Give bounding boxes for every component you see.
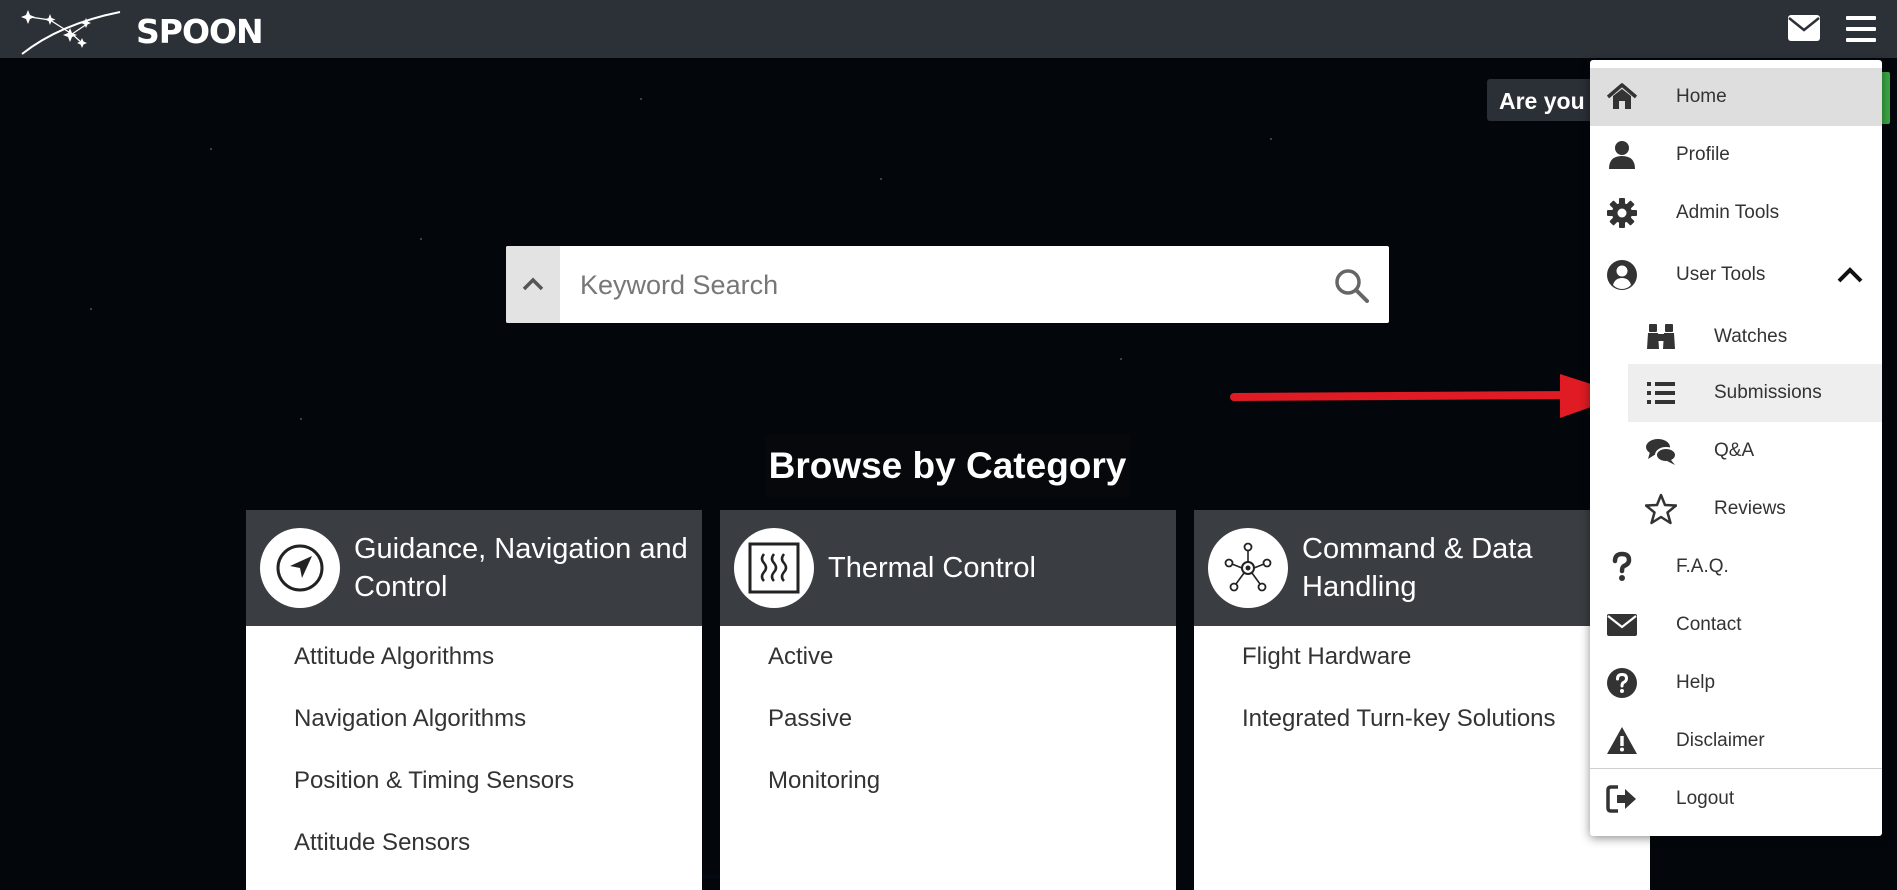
- banner-text: Are you: [1499, 88, 1585, 114]
- top-navbar: SPOON: [0, 0, 1897, 58]
- category-card-thermal: Thermal Control Active Passive Monitorin…: [720, 510, 1176, 890]
- user-dropdown-menu: Home Profile Admin Tools User Tools Watc…: [1590, 60, 1882, 836]
- star: [90, 308, 92, 310]
- category-title: Guidance, Navigation and Control: [354, 533, 688, 603]
- comments-icon: [1646, 439, 1677, 465]
- subcategory-link[interactable]: Flight Hardware: [1194, 626, 1650, 688]
- menu-item-contact[interactable]: Contact: [1590, 596, 1882, 654]
- warning-icon: [1607, 727, 1637, 754]
- logo-text: SPOON: [136, 12, 264, 51]
- menu-item-label: Help: [1676, 672, 1716, 693]
- annotation-arrow: [1230, 374, 1625, 418]
- subcategory-list: Flight Hardware Integrated Turn-key Solu…: [1194, 626, 1650, 750]
- home-icon: [1606, 83, 1638, 109]
- subcategory-link[interactable]: Integrated Turn-key Solutions: [1194, 688, 1650, 750]
- binoculars-icon: [1647, 324, 1675, 349]
- chevron-up-icon: [522, 277, 544, 291]
- star: [210, 148, 212, 150]
- menu-item-label: Watches: [1714, 326, 1788, 347]
- keyword-search-bar: [506, 246, 1389, 323]
- network-nodes-icon: [1208, 528, 1288, 608]
- heat-icon: [734, 528, 814, 608]
- category-card-header[interactable]: Command & Data Handling: [1194, 510, 1650, 626]
- category-card-header[interactable]: Guidance, Navigation and Control: [246, 510, 702, 626]
- envelope-icon: [1607, 614, 1637, 636]
- menu-item-label: Disclaimer: [1676, 730, 1765, 751]
- advanced-search-toggle[interactable]: [506, 246, 560, 323]
- star: [880, 178, 882, 180]
- category-title: Thermal Control: [828, 552, 1036, 584]
- user-circle-icon: [1607, 260, 1637, 290]
- menu-item-faq[interactable]: F.A.Q.: [1590, 538, 1882, 596]
- list-icon: [1647, 382, 1675, 404]
- menu-item-reviews[interactable]: Reviews: [1590, 480, 1882, 538]
- menu-item-label: Submissions: [1714, 382, 1822, 403]
- navigation-arrow-icon: [260, 528, 340, 608]
- menu-item-label: Admin Tools: [1676, 202, 1780, 223]
- subcategory-link[interactable]: Passive: [720, 688, 1176, 750]
- menu-item-label: Contact: [1676, 614, 1742, 635]
- category-card-cdh: Command & Data Handling Flight Hardware …: [1194, 510, 1650, 890]
- menu-item-label: Home: [1676, 86, 1727, 107]
- menu-item-label: User Tools: [1676, 264, 1766, 285]
- star: [1120, 358, 1122, 360]
- menu-item-admin-tools[interactable]: Admin Tools: [1590, 184, 1882, 242]
- user-icon: [1609, 141, 1635, 169]
- menu-item-qa[interactable]: Q&A: [1590, 422, 1882, 480]
- subcategory-link[interactable]: Monitoring: [720, 750, 1176, 812]
- menu-item-label: Profile: [1676, 144, 1730, 165]
- constellation-icon: [21, 10, 121, 55]
- star: [420, 238, 422, 240]
- chevron-up-icon[interactable]: [1836, 263, 1864, 287]
- menu-item-help[interactable]: Help: [1590, 654, 1882, 712]
- menu-item-profile[interactable]: Profile: [1590, 126, 1882, 184]
- subcategory-link[interactable]: Position & Timing Sensors: [246, 750, 702, 812]
- menu-item-label: Reviews: [1714, 498, 1786, 519]
- spoon-logo[interactable]: SPOON: [20, 4, 264, 56]
- subcategory-link[interactable]: Attitude Algorithms: [246, 626, 702, 688]
- category-card-header[interactable]: Thermal Control: [720, 510, 1176, 626]
- subcategory-link[interactable]: Active: [720, 626, 1176, 688]
- sign-out-icon: [1606, 785, 1636, 813]
- hamburger-menu-icon[interactable]: [1846, 15, 1876, 43]
- menu-item-disclaimer[interactable]: Disclaimer: [1590, 712, 1882, 770]
- star-icon: [1645, 493, 1677, 525]
- subcategory-list: Active Passive Monitoring: [720, 626, 1176, 812]
- question-circle-icon: [1607, 668, 1637, 698]
- menu-item-label: Q&A: [1714, 440, 1755, 461]
- subcategory-link[interactable]: Navigation Algorithms: [246, 688, 702, 750]
- envelope-icon[interactable]: [1788, 15, 1820, 41]
- menu-divider: [1590, 768, 1882, 769]
- star: [300, 418, 302, 420]
- browse-by-category-heading: Browse by Category: [765, 435, 1130, 497]
- menu-item-user-tools[interactable]: User Tools: [1590, 246, 1882, 304]
- gear-icon: [1607, 198, 1637, 228]
- question-icon: [1612, 551, 1632, 581]
- subcategory-link[interactable]: Attitude Sensors: [246, 812, 702, 874]
- notice-banner: Are you: [1487, 79, 1597, 121]
- subcategory-list: Attitude Algorithms Navigation Algorithm…: [246, 626, 702, 874]
- search-icon[interactable]: [1332, 266, 1372, 306]
- menu-item-submissions[interactable]: Submissions: [1590, 364, 1882, 422]
- menu-item-label: F.A.Q.: [1676, 556, 1729, 577]
- menu-item-watches[interactable]: Watches: [1590, 308, 1882, 366]
- star: [640, 98, 642, 100]
- category-card-gnc: Guidance, Navigation and Control Attitud…: [246, 510, 702, 890]
- menu-item-label: Logout: [1676, 788, 1735, 809]
- menu-item-logout[interactable]: Logout: [1590, 770, 1882, 828]
- star: [1270, 138, 1272, 140]
- search-input[interactable]: [578, 260, 1282, 310]
- menu-item-home[interactable]: Home: [1590, 68, 1882, 126]
